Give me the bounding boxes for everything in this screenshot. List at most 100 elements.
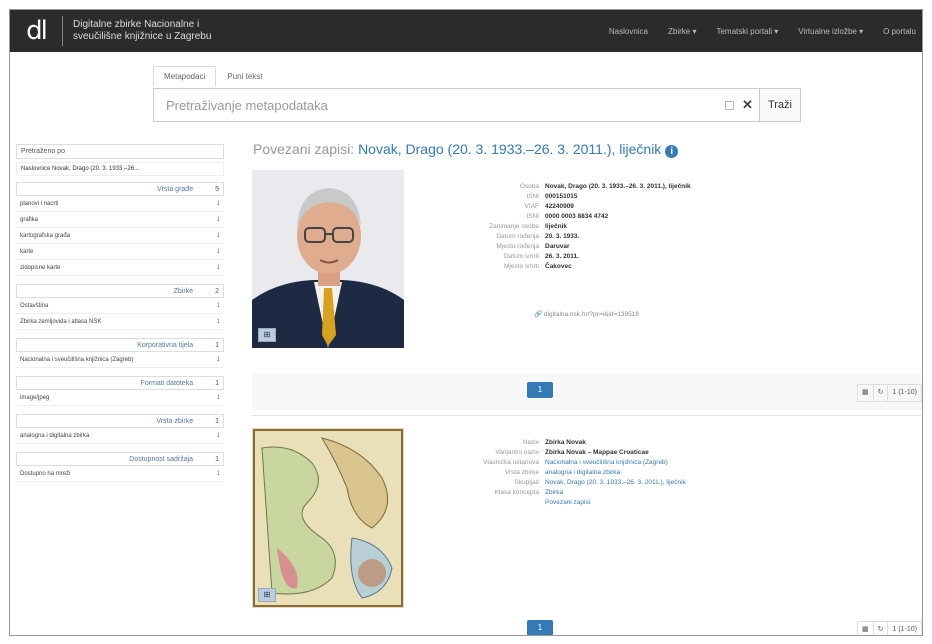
facet-item-count: 1: [216, 432, 220, 439]
facet-header[interactable]: Zbirke 2: [16, 284, 224, 298]
site-title[interactable]: Digitalne zbirke Nacionalne i sveučilišn…: [73, 19, 303, 43]
facet-item[interactable]: kartografska građa 1: [16, 228, 224, 244]
nav-exhibitions[interactable]: Virtualne izložbe ▾: [798, 27, 863, 36]
facet-item-label: karte: [20, 248, 34, 255]
metadata-value[interactable]: Povezani zapisi: [545, 498, 590, 508]
results-tools: ▦ ↻ 1 (1-10): [856, 384, 922, 402]
person-photo[interactable]: ⊞: [252, 170, 404, 348]
map-thumbnail[interactable]: ⊞: [252, 428, 404, 608]
thumbnail-view-icon-2[interactable]: ⊞: [258, 588, 276, 602]
refresh-icon[interactable]: ↻: [874, 385, 889, 401]
metadata-row: Varijantni naziv Zbirka Novak – Mappae Cr…: [402, 448, 686, 458]
metadata-key: Skupljač: [514, 479, 539, 486]
nav-about[interactable]: O portalu: [883, 27, 916, 36]
facet-header[interactable]: Korporativna tijela 1: [16, 338, 224, 352]
search-option-checkbox[interactable]: [725, 100, 735, 110]
metadata-key: ISNI: [526, 213, 539, 220]
tab-fulltext[interactable]: Puni tekst: [216, 66, 273, 87]
metadata-row: Povezani zapisi: [402, 498, 686, 508]
metadata-value: 20. 3. 1933.: [545, 233, 580, 240]
record-divider: [252, 415, 922, 416]
site-logo[interactable]: dl: [10, 10, 62, 52]
metadata-row: Datum rođenja 20. 3. 1933.: [402, 232, 691, 242]
facet-item-count: 1: [216, 302, 220, 309]
tab-metadata[interactable]: Metapodaci: [153, 66, 217, 87]
active-filter-chip[interactable]: Naslovnice Novak, Drago (20. 3. 1933.–26…: [16, 162, 224, 176]
metadata-row: Vrsta zbirke analogna i digitalna zbirka: [402, 468, 686, 478]
metadata-value[interactable]: analogna i digitalna zbirka: [545, 468, 620, 478]
pager-page-1[interactable]: 1: [527, 382, 553, 398]
facet-item-label: kartografska građa: [20, 232, 71, 239]
facet-item-count: 1: [216, 232, 220, 239]
facet-item[interactable]: karte 1: [16, 244, 224, 260]
facet-title: Korporativna tijela: [137, 341, 194, 349]
facet-item-label: image/jpeg: [20, 394, 50, 401]
facet-group: Vrsta građe 5 planovi i nacrti 1 grafika 1 kar…: [16, 182, 224, 276]
facet-header[interactable]: Dostupnost sadržaja 1: [16, 452, 224, 466]
facet-item[interactable]: zidopisne karte 1: [16, 260, 224, 276]
map-image: [252, 428, 404, 608]
metadata-row: Datum smrti 26. 3. 2011.: [402, 252, 691, 262]
nav-collections[interactable]: Zbirke ▾: [668, 27, 696, 36]
facet-item[interactable]: image/jpeg 1: [16, 390, 224, 406]
facet-count: 1: [215, 455, 219, 463]
facet-count: 1: [215, 341, 219, 349]
facet-item[interactable]: planovi i nacrti 1: [16, 196, 224, 212]
facet-item[interactable]: Ostavština 1: [16, 298, 224, 314]
page-size-select[interactable]: 1 (1-10): [888, 385, 921, 401]
metadata-key: Naziv: [522, 439, 539, 446]
facet-header[interactable]: Formati datoteka 1: [16, 376, 224, 390]
facet-group: Vrsta zbirke 1 analogna i digitalna zbirka…: [16, 414, 224, 444]
logo-divider: [62, 16, 63, 46]
facet-header[interactable]: Vrsta građe 5: [16, 182, 224, 196]
nav-home[interactable]: Naslovnica: [609, 27, 648, 36]
nav-portals[interactable]: Tematski portali ▾: [716, 27, 778, 36]
grid-view-icon-bottom[interactable]: ▦: [858, 622, 874, 635]
permalink[interactable]: digitalna.nsk.hr/?pr=i&id=139518: [544, 311, 639, 318]
metadata-row: ISNI 000151015: [402, 192, 691, 202]
facet-item-label: Dostupno na mreži: [20, 470, 71, 477]
facet-group: Korporativna tijela 1 Nacionalna i sveučil…: [16, 338, 224, 368]
facet-sidebar: Pretraženo po Naslovnice Novak, Drago (2…: [10, 140, 228, 490]
metadata-value: liječnik: [545, 223, 568, 230]
search-input[interactable]: Pretraživanje metapodataka: [154, 98, 725, 113]
facet-item-count: 1: [216, 216, 220, 223]
thumbnail-view-icon[interactable]: ⊞: [258, 328, 276, 342]
page-size-select-bottom[interactable]: 1 (1-10): [888, 622, 921, 635]
facet-item[interactable]: Nacionalna i sveučilišna knjižnica (Zagr…: [16, 352, 224, 368]
metadata-row: Klasa koncepta Zbirka: [402, 488, 686, 498]
facet-item[interactable]: grafika 1: [16, 212, 224, 228]
facet-title: Vrsta zbirke: [156, 417, 194, 425]
clear-icon[interactable]: ✕: [742, 97, 753, 113]
facet-item[interactable]: Dostupno na mreži 1: [16, 466, 224, 482]
search-button[interactable]: Traži: [758, 89, 800, 121]
metadata-row: ISNI 0000 0003 8834 4742: [402, 212, 691, 222]
search-tabs: Metapodaci Puni tekst: [153, 66, 274, 87]
pager-page-1-bottom[interactable]: 1: [527, 620, 553, 635]
facet-item-label: grafika: [20, 216, 39, 223]
metadata-value: 26. 3. 2011.: [545, 253, 579, 260]
heading-person-link[interactable]: Novak, Drago (20. 3. 1933.–26. 3. 2011.)…: [358, 141, 661, 157]
metadata-row: Skupljač Novak, Drago (20. 3. 1933.–26. 3…: [402, 478, 686, 488]
metadata-key: Osoba: [519, 183, 539, 190]
results-tools-bottom: ▦ ↻ 1 (1-10): [856, 621, 922, 635]
facet-header[interactable]: Vrsta zbirke 1: [16, 414, 224, 428]
metadata-value[interactable]: Nacionalna i sveučilišna knjižnica (Zagr…: [545, 458, 668, 468]
refresh-icon-bottom[interactable]: ↻: [874, 622, 889, 635]
info-icon[interactable]: i: [665, 145, 679, 158]
metadata-value[interactable]: Novak, Drago (20. 3. 1933.–26. 3. 2011.)…: [545, 478, 686, 488]
collection-metadata: Naziv Zbirka Novak Varijantni naziv Zbirka …: [402, 438, 686, 508]
main-nav: Naslovnica Zbirke ▾ Tematski portali ▾ V…: [609, 10, 916, 52]
grid-view-icon[interactable]: ▦: [858, 385, 874, 401]
facet-group: Zbirke 2 Ostavština 1 Zbirka zemljovida i at…: [16, 284, 224, 330]
facet-count: 1: [215, 417, 219, 425]
site-title-line2: sveučilišne knjižnice u Zagrebu: [73, 31, 212, 42]
facet-item[interactable]: analogna i digitalna zbirka 1: [16, 428, 224, 444]
metadata-value[interactable]: Zbirka: [545, 488, 563, 498]
facet-title: Dostupnost sadržaja: [129, 455, 194, 463]
facet-item[interactable]: Zbirka zemljovida i atlasa NSK 1: [16, 314, 224, 330]
facet-item-label: zidopisne karte: [20, 264, 61, 271]
facet-item-label: planovi i nacrti: [20, 200, 59, 207]
metadata-key: Mjesto rođenja: [496, 243, 539, 250]
results-toolbar-strip: [252, 374, 922, 410]
